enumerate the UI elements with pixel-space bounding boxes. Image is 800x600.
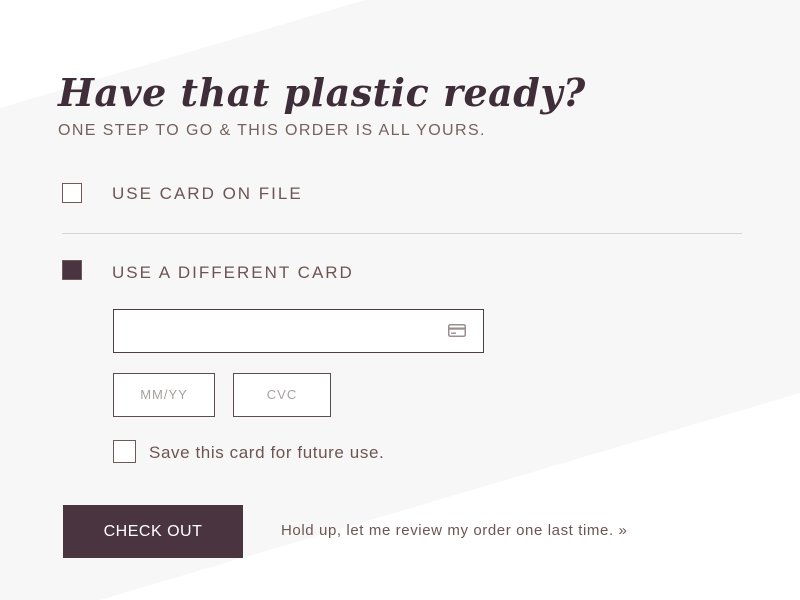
card-on-file-checkbox[interactable] [62,183,82,203]
save-card-label[interactable]: Save this card for future use. [149,443,384,463]
cvc-input[interactable]: CVC [233,373,331,417]
page-title: Have that plastic ready? [58,70,586,115]
credit-card-icon [448,324,466,337]
checkout-payment-panel: Have that plastic ready? ONE STEP TO GO … [0,0,800,600]
checkout-button[interactable]: CHECK OUT [63,505,243,558]
card-number-input[interactable] [113,309,484,353]
option-divider [62,233,742,234]
different-card-checkbox[interactable] [62,260,82,280]
expiry-input[interactable]: MM/YY [113,373,215,417]
different-card-label[interactable]: USE A DIFFERENT CARD [112,263,354,283]
page-subtitle: ONE STEP TO GO & THIS ORDER IS ALL YOURS… [58,122,486,139]
review-order-link[interactable]: Hold up, let me review my order one last… [281,522,627,540]
card-on-file-label[interactable]: USE CARD ON FILE [112,184,303,204]
save-card-checkbox[interactable] [113,440,136,463]
